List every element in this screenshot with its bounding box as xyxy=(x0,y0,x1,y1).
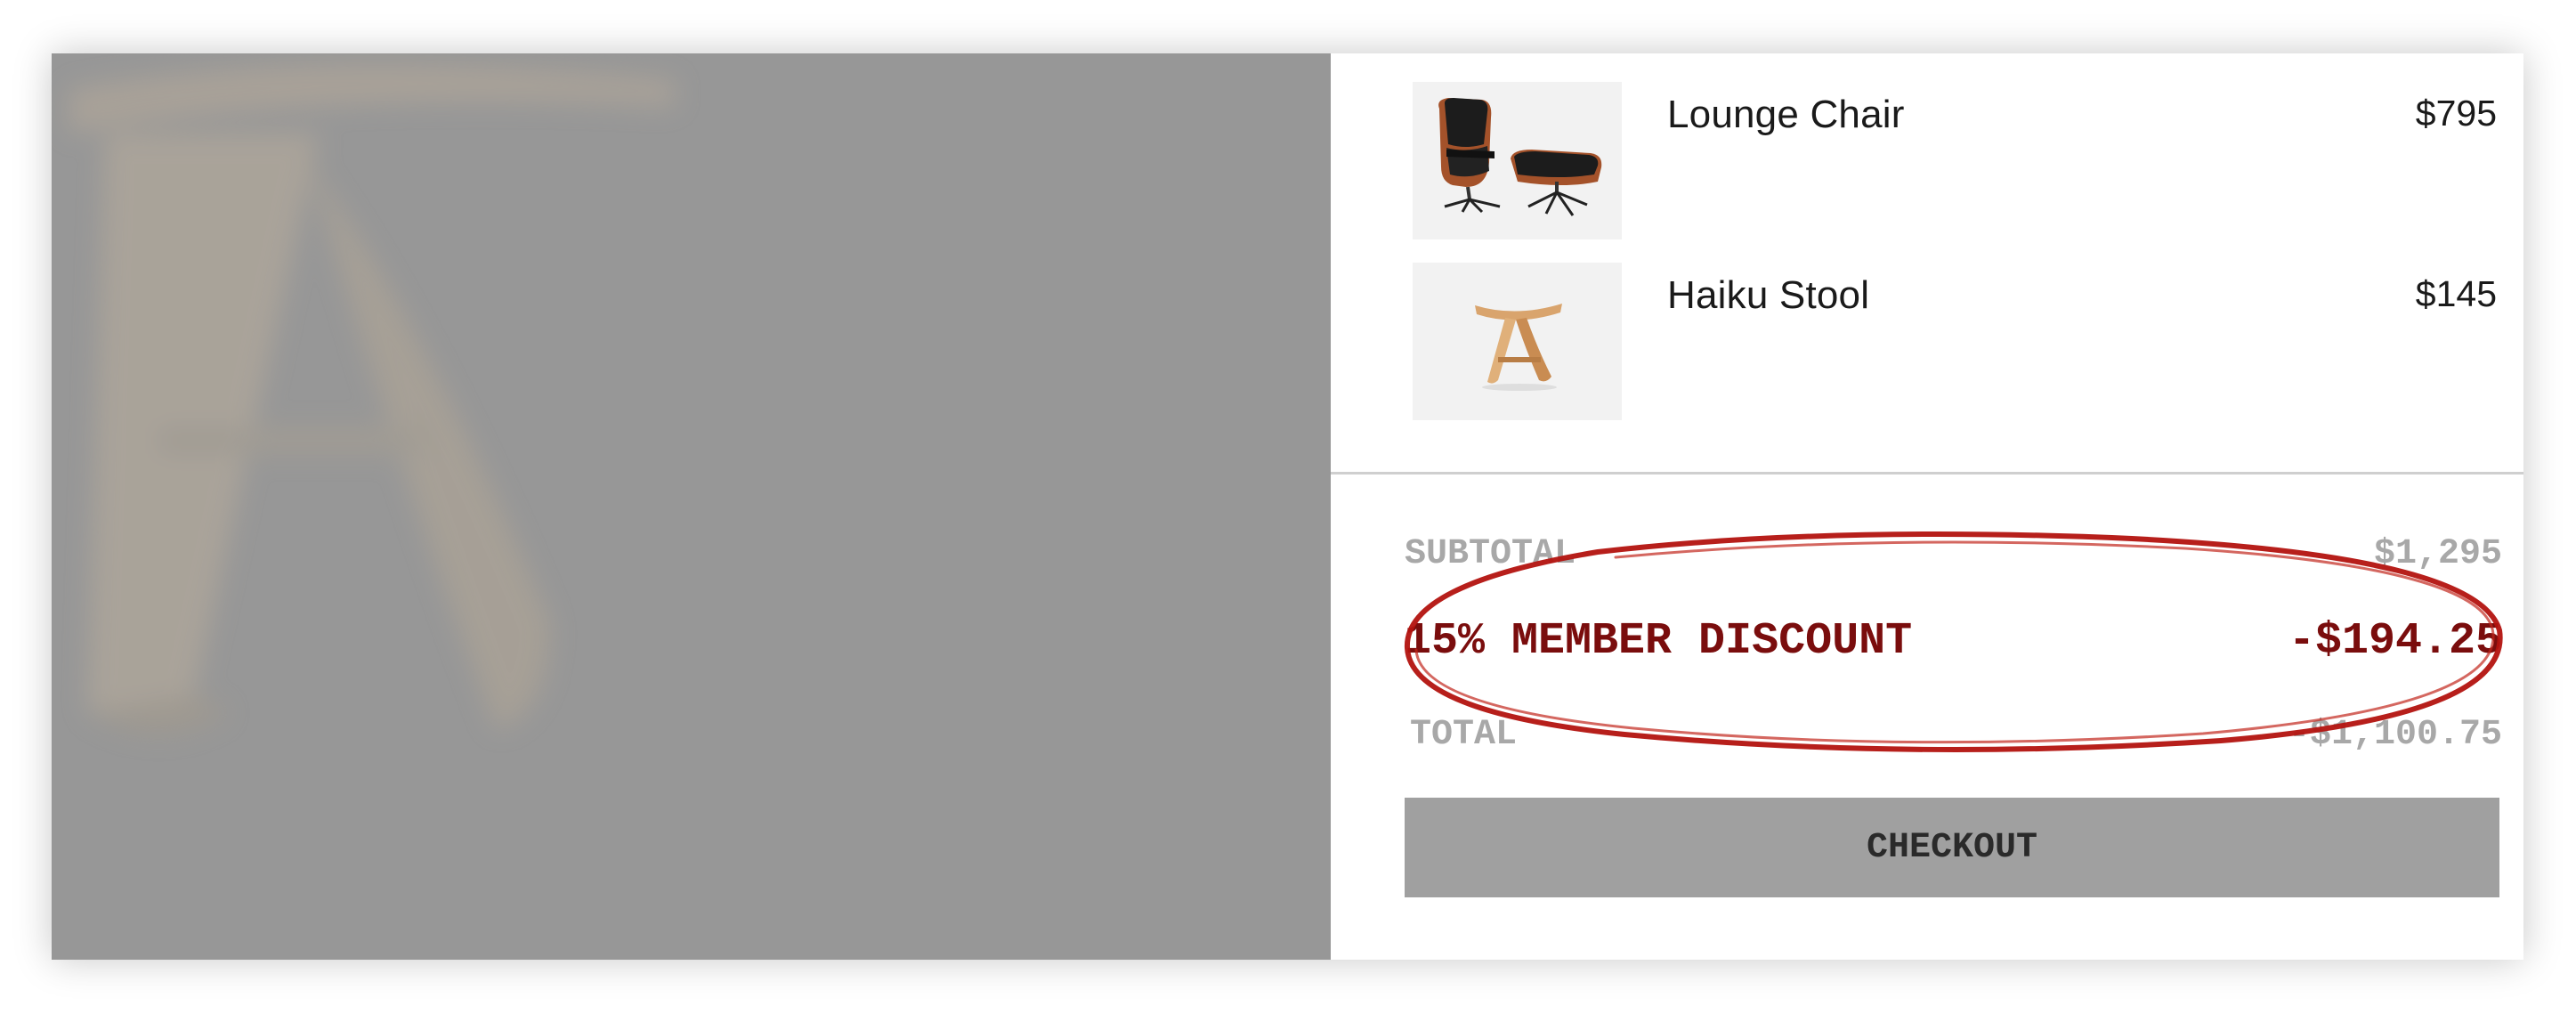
cart-panel: Lounge Chair $795 Haiku Stool $145 SUBTO… xyxy=(1331,53,2523,960)
item-price: $145 xyxy=(2415,273,2497,314)
item-name[interactable]: Lounge Chair xyxy=(1667,93,1905,137)
total-row: TOTAL -$1,100.75 xyxy=(1410,715,2502,759)
blurred-stool-image xyxy=(69,64,675,734)
item-price: $795 xyxy=(2415,93,2497,134)
cart-item-lounge-chair[interactable]: Lounge Chair $795 xyxy=(1331,82,2523,242)
discount-value: -$194.25 xyxy=(2288,616,2502,667)
cart-item-haiku-stool[interactable]: Haiku Stool $145 xyxy=(1331,263,2523,423)
dimmed-product-image[interactable] xyxy=(52,53,1331,960)
lounge-chair-thumbnail[interactable] xyxy=(1413,82,1622,239)
app-window: Lounge Chair $795 Haiku Stool $145 SUBTO… xyxy=(52,53,2523,960)
discount-label: 15% MEMBER DISCOUNT xyxy=(1405,616,1913,667)
haiku-stool-icon xyxy=(1475,304,1562,391)
subtotal-row: SUBTOTAL $1,295 xyxy=(1405,534,2502,579)
total-label: TOTAL xyxy=(1410,715,1518,755)
discount-row: 15% MEMBER DISCOUNT -$194.25 xyxy=(1405,616,2502,673)
haiku-stool-thumbnail[interactable] xyxy=(1413,263,1622,420)
item-name[interactable]: Haiku Stool xyxy=(1667,273,1869,318)
checkout-button[interactable]: CHECKOUT xyxy=(1405,798,2499,897)
total-value: -$1,100.75 xyxy=(2288,715,2502,755)
lounge-chair-icon xyxy=(1438,98,1602,216)
section-divider xyxy=(1331,472,2523,475)
subtotal-value: $1,295 xyxy=(2373,534,2502,574)
subtotal-label: SUBTOTAL xyxy=(1405,534,1576,574)
